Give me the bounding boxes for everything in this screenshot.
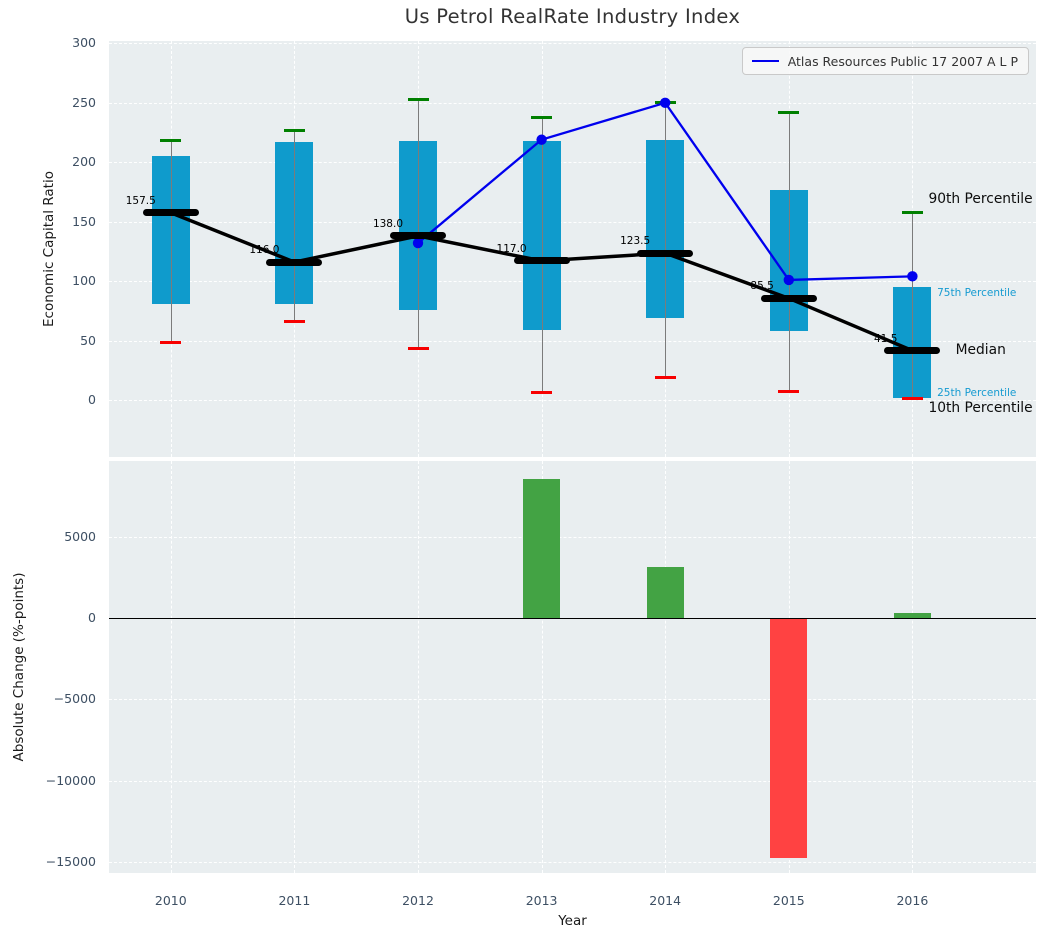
x-tick-label: 2010	[141, 893, 201, 908]
median-value-label: 116.0	[249, 244, 279, 256]
legend-line-swatch	[752, 60, 779, 62]
x-tick-label: 2011	[264, 893, 324, 908]
annotation-25th-percentile: 25th Percentile	[937, 387, 1016, 399]
legend: Atlas Resources Public 17 2007 A L P	[742, 47, 1029, 75]
x-tick-label: 2014	[635, 893, 695, 908]
x-tick-label: 2013	[512, 893, 572, 908]
zero-baseline	[109, 618, 1036, 619]
bottom-y-axis-label: Absolute Change (%-points)	[11, 573, 27, 762]
gridline-vertical	[171, 461, 172, 873]
chart-title: Us Petrol RealRate Industry Index	[109, 5, 1036, 28]
median-value-label: 123.5	[620, 235, 650, 247]
series-point	[907, 271, 917, 281]
median-value-label: 41.5	[874, 333, 897, 345]
figure: Us Petrol RealRate Industry Index 157.51…	[0, 0, 1063, 942]
x-tick-label: 2016	[882, 893, 942, 908]
series-point	[784, 275, 794, 285]
change-bar-2015	[770, 618, 807, 858]
y-tick-label: −10000	[0, 773, 96, 788]
median-marker-2010	[143, 209, 199, 216]
gridline-vertical	[294, 461, 295, 873]
median-marker-2013	[514, 257, 570, 264]
median-marker-2016	[884, 347, 940, 354]
y-tick-label: 150	[0, 214, 96, 229]
y-tick-label: 50	[0, 333, 96, 348]
median-value-label: 85.5	[750, 280, 773, 292]
median-marker-2011	[266, 259, 322, 266]
y-tick-label: −15000	[0, 854, 96, 869]
median-value-label: 157.5	[126, 195, 156, 207]
top-y-axis-label: Economic Capital Ratio	[41, 171, 57, 327]
x-tick-label: 2012	[388, 893, 448, 908]
annotation-median: Median	[956, 342, 1006, 358]
gridline-vertical	[418, 461, 419, 873]
x-axis-label: Year	[109, 913, 1036, 929]
x-tick-label: 2015	[759, 893, 819, 908]
gridline-horizontal	[109, 537, 1036, 538]
gridline-horizontal	[109, 781, 1036, 782]
y-tick-label: −5000	[0, 691, 96, 706]
gridline-vertical	[665, 461, 666, 873]
y-tick-label: 100	[0, 273, 96, 288]
change-bar-2014	[647, 567, 684, 618]
y-tick-label: 300	[0, 35, 96, 50]
y-tick-label: 250	[0, 95, 96, 110]
lines-overlay	[109, 41, 1036, 457]
series-point	[536, 134, 546, 144]
gridline-horizontal	[109, 699, 1036, 700]
series-point	[413, 238, 423, 248]
median-marker-2012	[390, 232, 446, 239]
gridline-vertical	[912, 461, 913, 873]
median-value-label: 138.0	[373, 218, 403, 230]
top-plot-area: 157.5 116.0 138.0 117.0 123.5 85.5 41.5 90th Pe…	[109, 41, 1036, 457]
y-tick-label: 200	[0, 154, 96, 169]
y-tick-label: 5000	[0, 529, 96, 544]
median-value-label: 117.0	[497, 243, 527, 255]
annotation-75th-percentile: 75th Percentile	[937, 287, 1016, 299]
median-marker-2014	[637, 250, 693, 257]
series-point	[660, 98, 670, 108]
legend-label: Atlas Resources Public 17 2007 A L P	[788, 54, 1018, 69]
median-trend-line	[171, 213, 913, 351]
annotation-10th-percentile: 10th Percentile	[928, 400, 1032, 416]
change-bar-2013	[523, 479, 560, 618]
gridline-horizontal	[109, 862, 1036, 863]
y-tick-label: 0	[0, 610, 96, 625]
bottom-plot-area	[109, 461, 1036, 873]
y-tick-label: 0	[0, 392, 96, 407]
annotation-90th-percentile: 90th Percentile	[928, 191, 1032, 207]
median-marker-2015	[761, 295, 817, 302]
